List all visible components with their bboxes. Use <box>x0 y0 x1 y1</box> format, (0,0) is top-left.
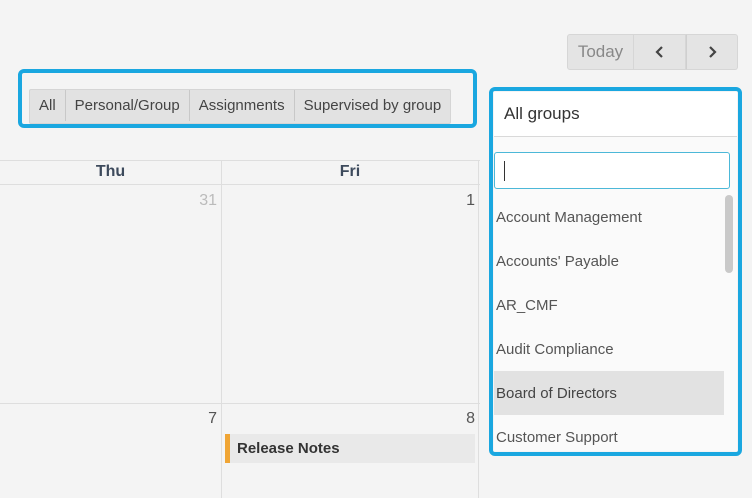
text-caret <box>504 161 505 181</box>
event-release-notes[interactable]: Release Notes <box>225 434 475 463</box>
today-button[interactable]: Today <box>567 34 634 70</box>
filter-tab-assignments[interactable]: Assignments <box>190 90 295 121</box>
group-option-highlighted[interactable]: Board of Directors <box>494 371 724 415</box>
day-number[interactable]: 8 <box>435 410 475 428</box>
groups-search-input[interactable] <box>494 152 730 189</box>
day-number[interactable]: 31 <box>177 192 217 210</box>
groups-select[interactable]: All groups <box>494 92 737 137</box>
filter-tab-all[interactable]: All <box>30 90 66 121</box>
chevron-left-icon <box>654 46 663 58</box>
grid-line <box>0 184 480 185</box>
day-number[interactable]: 7 <box>177 410 217 428</box>
dropdown-scrollbar[interactable] <box>725 195 733 273</box>
day-number[interactable]: 1 <box>435 192 475 210</box>
group-option[interactable]: Audit Compliance <box>494 327 724 371</box>
groups-dropdown-panel: Account Management Accounts' Payable AR_… <box>494 137 737 451</box>
grid-line <box>221 160 222 498</box>
day-header-fri: Fri <box>339 163 361 180</box>
group-option[interactable]: AR_CMF <box>494 283 724 327</box>
filter-tab-supervised-by-group[interactable]: Supervised by group <box>295 90 451 121</box>
filter-tab-personal-group[interactable]: Personal/Group <box>66 90 190 121</box>
next-button[interactable] <box>686 34 738 70</box>
calendar-nav: Today <box>567 34 738 70</box>
group-option[interactable]: Account Management <box>494 195 724 239</box>
group-option[interactable]: Accounts' Payable <box>494 239 724 283</box>
groups-option-list: Account Management Accounts' Payable AR_… <box>494 195 724 451</box>
previous-button[interactable] <box>634 34 686 70</box>
grid-line <box>478 160 479 498</box>
chevron-right-icon <box>709 46 717 58</box>
filter-tabs: All Personal/Group Assignments Supervise… <box>29 89 452 124</box>
grid-line <box>0 403 480 404</box>
calendar-grid: Thu Fri 31 1 7 8 Release Notes <box>0 160 480 498</box>
day-header-thu: Thu <box>95 163 126 180</box>
group-option[interactable]: Customer Support <box>494 415 724 451</box>
